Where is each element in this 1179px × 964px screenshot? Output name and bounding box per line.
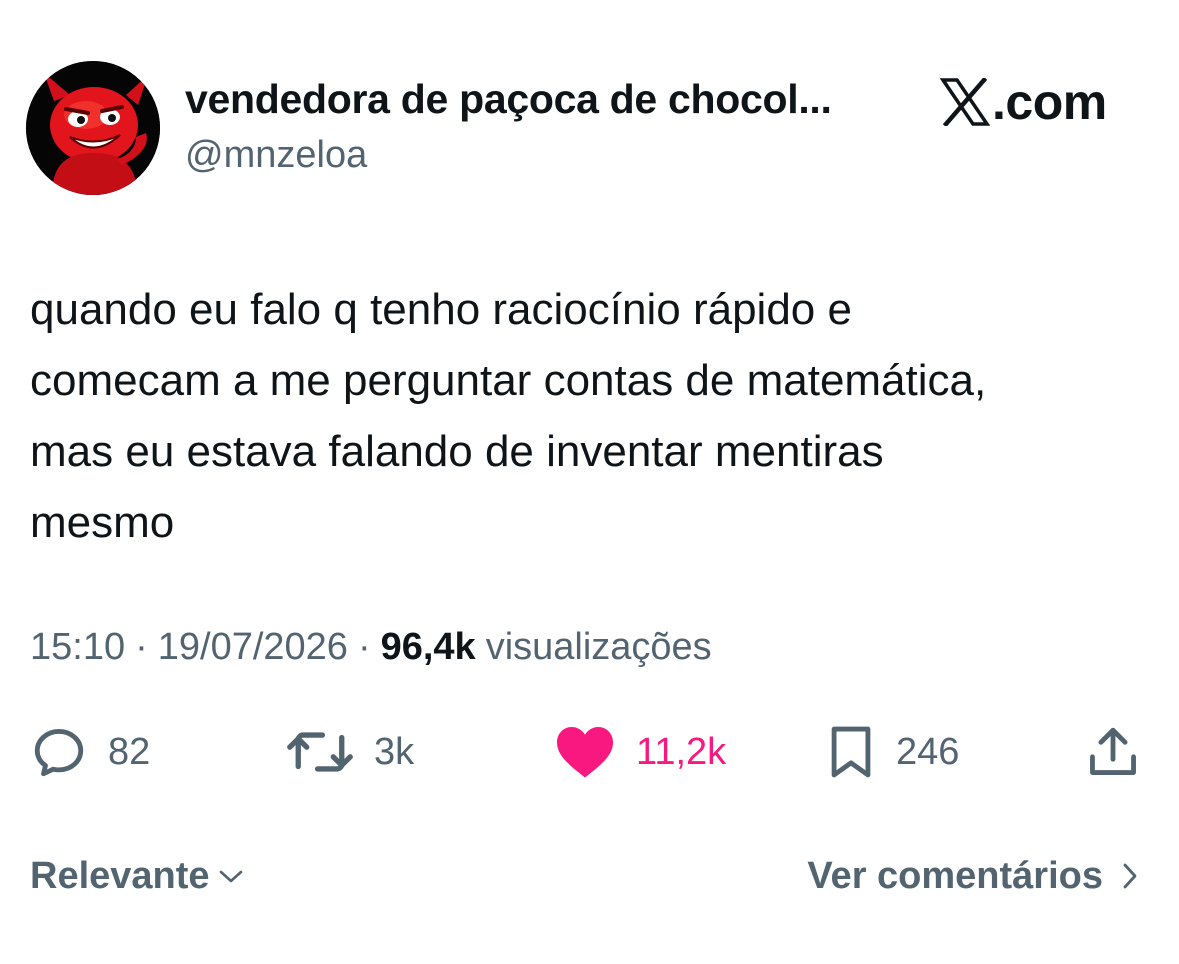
see-comments-label: Ver comentários — [807, 854, 1103, 897]
chevron-down-icon — [219, 870, 242, 883]
bookmark-count: 246 — [896, 730, 960, 773]
avatar[interactable] — [26, 61, 160, 195]
sort-dropdown[interactable]: Relevante — [30, 846, 246, 906]
share-button[interactable] — [1084, 720, 1142, 784]
see-comments-link[interactable]: Ver comentários — [807, 846, 1143, 906]
meta-separator: · — [357, 626, 371, 668]
repost-button[interactable]: 3k — [286, 720, 414, 784]
like-count: 11,2k — [636, 730, 727, 773]
tweet-line: quando eu falo q tenho raciocínio rápido… — [30, 285, 852, 334]
meta-separator: · — [135, 626, 148, 668]
tweet-text: quando eu falo q tenho raciocínio rápido… — [30, 274, 1160, 558]
sort-label: Relevante — [30, 854, 210, 897]
bookmark-icon — [831, 726, 871, 778]
share-icon — [1090, 727, 1136, 775]
tweet-line: mesmo — [30, 498, 175, 547]
author-display-name[interactable]: vendedora de paçoca de chocol... — [185, 76, 832, 123]
tweet-time[interactable]: 15:10 — [30, 626, 125, 669]
chevron-right-icon — [1123, 863, 1137, 889]
brand-domain: .com — [992, 74, 1107, 130]
tweet-line: mas eu estava falando de inventar mentir… — [30, 427, 884, 476]
views-label: visualizações — [485, 626, 712, 668]
x-com-brand: .com — [940, 74, 1107, 130]
tweet-line: comecam a me perguntar contas de matemát… — [30, 356, 987, 405]
tweet-meta: 15:10 · 19/07/2026 · 96,4k visualizações — [30, 626, 712, 669]
author-handle[interactable]: @mnzeloa — [185, 134, 367, 177]
reply-count: 82 — [108, 730, 151, 773]
heart-icon — [557, 727, 613, 778]
replies-footer: Relevante Ver comentários — [0, 846, 1179, 906]
like-button[interactable]: 11,2k — [554, 720, 726, 784]
reply-icon — [34, 729, 84, 777]
x-logo-icon — [940, 78, 990, 126]
bookmark-button[interactable]: 246 — [826, 720, 959, 784]
tweet-date[interactable]: 19/07/2026 — [158, 626, 348, 669]
reply-button[interactable]: 82 — [30, 720, 150, 784]
red-devil-avatar-icon — [26, 61, 160, 195]
action-bar: 82 3k 11,2k 246 — [0, 720, 1179, 784]
views-count[interactable]: 96,4k — [381, 626, 476, 669]
repost-icon — [287, 732, 353, 772]
repost-count: 3k — [374, 730, 415, 773]
